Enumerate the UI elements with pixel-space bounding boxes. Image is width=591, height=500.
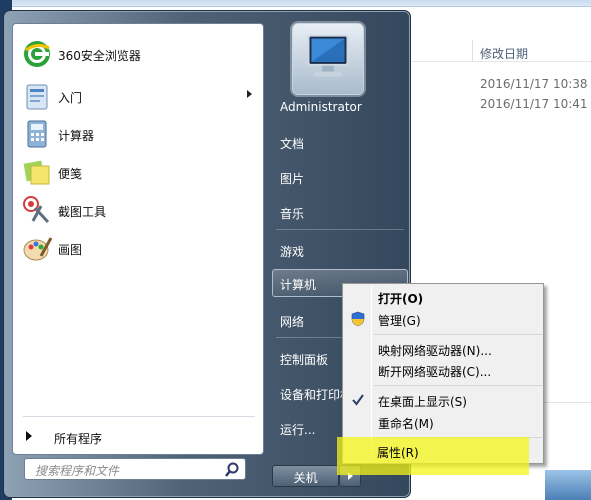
all-programs-label: 所有程序 bbox=[54, 432, 103, 446]
menu-item-properties[interactable]: 属性(R) bbox=[344, 440, 540, 462]
program-item-sticky-notes[interactable]: 便笺 bbox=[18, 154, 260, 190]
right-pane-divider bbox=[276, 229, 404, 230]
all-programs-button[interactable]: 所有程序 bbox=[18, 424, 260, 450]
right-item-label: 网络 bbox=[280, 315, 305, 329]
menu-item-label: 打开(O) bbox=[378, 292, 424, 306]
menu-item-label: 在桌面上显示(S) bbox=[378, 395, 467, 409]
menu-item-manage[interactable]: 管理(G) bbox=[345, 308, 541, 330]
right-item-label: 图片 bbox=[280, 172, 305, 186]
menu-item-open[interactable]: 打开(O) bbox=[345, 286, 541, 308]
column-header-modified-date[interactable]: 修改日期 bbox=[480, 45, 528, 62]
right-item-label: 文档 bbox=[280, 137, 305, 151]
right-item-label: 音乐 bbox=[280, 207, 305, 221]
right-item-label: 控制面板 bbox=[280, 353, 329, 367]
program-item-calculator[interactable]: 计算器 bbox=[18, 116, 260, 152]
taskbar-corner bbox=[545, 470, 591, 500]
shutdown-label: 关机 bbox=[293, 471, 318, 485]
shutdown-button[interactable]: 关机 bbox=[272, 465, 339, 487]
program-label: 画图 bbox=[58, 243, 83, 257]
getting-started-icon bbox=[26, 84, 48, 110]
program-label: 截图工具 bbox=[58, 205, 107, 219]
browser-360-icon bbox=[24, 41, 50, 67]
menu-item-disconnect-network-drive[interactable]: 断开网络驱动器(C)... bbox=[345, 359, 541, 381]
search-icon[interactable] bbox=[224, 461, 241, 478]
right-item-documents[interactable]: 文档 bbox=[272, 128, 408, 156]
right-item-label: 游戏 bbox=[280, 245, 305, 259]
user-picture[interactable] bbox=[292, 23, 364, 95]
menu-item-map-network-drive[interactable]: 映射网络驱动器(N)... bbox=[345, 338, 541, 360]
program-item-360-browser[interactable]: 360安全浏览器 bbox=[18, 36, 260, 72]
menu-item-label: 映射网络驱动器(N)... bbox=[378, 344, 492, 358]
menu-item-label: 管理(G) bbox=[378, 314, 421, 328]
snipping-tool-icon bbox=[23, 196, 50, 224]
program-item-getting-started[interactable]: 入门 bbox=[18, 78, 260, 114]
menu-item-rename[interactable]: 重命名(M) bbox=[345, 411, 541, 433]
menu-separator bbox=[374, 334, 542, 335]
programs-divider bbox=[23, 416, 255, 417]
all-programs-arrow-icon bbox=[26, 431, 32, 441]
submenu-arrow-icon[interactable] bbox=[247, 90, 252, 98]
menu-item-label: 断开网络驱动器(C)... bbox=[378, 365, 492, 379]
program-label: 计算器 bbox=[58, 129, 95, 143]
menu-item-label: 重命名(M) bbox=[378, 417, 434, 431]
menu-item-show-on-desktop[interactable]: 在桌面上显示(S) bbox=[345, 389, 541, 411]
uac-shield-icon bbox=[351, 311, 365, 327]
calculator-icon bbox=[27, 120, 47, 148]
file-modified-date: 2016/11/17 10:38 bbox=[480, 77, 588, 91]
program-label: 入门 bbox=[58, 91, 83, 105]
menu-separator bbox=[374, 385, 542, 386]
program-item-snipping-tool[interactable]: 截图工具 bbox=[18, 192, 260, 228]
right-item-label: 运行... bbox=[280, 423, 316, 437]
start-menu-programs-pane: 360安全浏览器 入门 计算器 便笺 截图工具 画图 所有程序 bbox=[12, 23, 264, 455]
right-item-label: 计算机 bbox=[280, 278, 317, 292]
computer-monitor-icon bbox=[307, 34, 349, 77]
column-separator bbox=[472, 40, 473, 62]
menu-item-label: 属性(R) bbox=[377, 446, 419, 460]
right-item-pictures[interactable]: 图片 bbox=[272, 163, 408, 191]
paint-icon bbox=[23, 237, 53, 261]
program-label: 便笺 bbox=[58, 167, 83, 181]
sticky-notes-icon bbox=[23, 160, 50, 185]
user-name: Administrator bbox=[280, 100, 362, 114]
search-programs-input[interactable]: 搜索程序和文件 bbox=[24, 458, 246, 480]
checkmark-icon bbox=[352, 394, 364, 406]
program-label: 360安全浏览器 bbox=[58, 49, 141, 63]
file-modified-date: 2016/11/17 10:41 bbox=[480, 97, 588, 111]
program-item-paint[interactable]: 画图 bbox=[18, 230, 260, 266]
search-placeholder: 搜索程序和文件 bbox=[35, 464, 120, 478]
user-name-item[interactable]: Administrator bbox=[272, 93, 408, 121]
right-item-music[interactable]: 音乐 bbox=[272, 198, 408, 226]
explorer-menubar-edge bbox=[0, 0, 591, 7]
right-item-games[interactable]: 游戏 bbox=[272, 236, 408, 264]
